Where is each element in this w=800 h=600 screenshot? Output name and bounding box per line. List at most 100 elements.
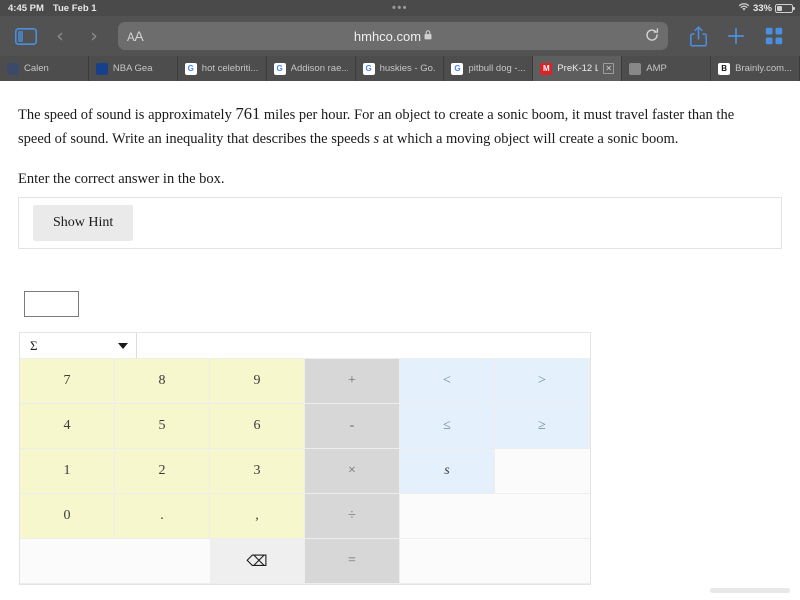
browser-tab[interactable]: Ghuskies - Go... [356,56,445,81]
google-icon: G [362,62,375,75]
calendar-icon [7,62,19,75]
key-blank-7 [495,539,590,584]
new-tab-plus-icon[interactable] [722,22,750,50]
keypad-header: Σ [20,333,590,359]
dots-indicator: ••• [391,2,409,14]
battery-percent-label: 33% [752,2,772,14]
sidebar-toggle-icon[interactable] [12,22,40,50]
key-4[interactable]: 4 [20,404,115,449]
hmh-icon: M [540,62,553,75]
key-7[interactable]: 7 [20,359,115,404]
key-1-label: 1 [63,463,71,478]
address-bar[interactable]: AA hmhco.com [118,22,668,50]
browser-tab-label: Brainly.com... [735,63,792,74]
key-2[interactable]: 2 [115,449,210,494]
key-minus[interactable]: - [305,404,400,449]
forward-chevron-icon: › [90,24,98,47]
key-variable-s[interactable]: s [400,449,495,494]
key-variable-s-label: s [444,463,450,478]
key-9[interactable]: 9 [210,359,305,404]
back-button[interactable]: ‹ [46,22,74,50]
key-greater-than[interactable]: > [495,359,590,404]
status-bar-dots: ••• [0,0,800,16]
nba-icon [95,62,108,75]
key-equals[interactable]: = [305,539,400,584]
symbol-palette-dropdown[interactable]: Σ [20,333,137,358]
key-backspace[interactable]: ⌫ [210,539,305,584]
horizontal-scrollbar[interactable] [710,588,790,593]
sigma-icon: Σ [30,337,38,353]
key-minus-label: - [349,418,355,433]
reload-icon[interactable] [645,27,659,45]
key-5[interactable]: 5 [115,404,210,449]
key-greater-equal-label: ≥ [538,418,546,433]
key-less-than-label: < [443,373,451,388]
battery-icon [775,3,795,13]
browser-tab[interactable]: G Addison rae... [267,56,356,81]
key-0-label: 0 [63,508,71,523]
browser-toolbar: ‹ › AA hmhco.com [0,16,800,56]
answer-input[interactable] [24,291,79,317]
google-icon: G [451,62,464,75]
keypad-header-filler [137,333,590,358]
key-blank-3 [495,494,590,539]
address-bar-text-group: hmhco.com [118,22,668,50]
browser-tab-label: hot celebriti... [201,63,259,74]
key-7-label: 7 [63,373,71,388]
browser-tab[interactable]: Ghot celebriti... [178,56,267,81]
brainly-icon: B [718,62,731,75]
key-less-equal-label: ≤ [443,418,451,433]
key-backspace-label: ⌫ [246,552,268,570]
key-blank-6 [400,539,495,584]
key-blank-2 [400,494,495,539]
chevron-down-icon [118,342,128,349]
key-5-label: 5 [158,418,166,433]
browser-tab-label: PreK-12 Logi... [557,63,598,74]
math-keypad: Σ 7 8 9 + < >4 5 6 - ≤ ≥1 2 3 × s 0., ÷ ⌫ = [19,332,591,585]
close-icon[interactable]: ✕ [603,63,615,74]
browser-tab[interactable]: B Brainly.com... [711,56,800,81]
key-9-label: 9 [253,373,261,388]
question-text: The speed of sound is approximately 761 … [18,101,770,151]
key-less-than[interactable]: < [400,359,495,404]
key-0[interactable]: 0 [20,494,115,539]
key-blank-1 [495,449,590,494]
key-comma[interactable]: , [210,494,305,539]
question-part-3: at which a moving object will create a s… [379,130,679,147]
browser-tab-label: huskies - Go... [379,63,437,74]
key-decimal[interactable]: . [115,494,210,539]
address-bar-url: hmhco.com [353,28,422,44]
browser-tab[interactable]: Gpitbull dog -... [444,56,534,81]
key-decimal-label: . [160,508,164,523]
key-divide[interactable]: ÷ [305,494,400,539]
browser-tab-label: NBA Gea [112,63,153,74]
share-icon[interactable] [684,22,712,50]
key-multiply[interactable]: × [305,449,400,494]
browser-tab[interactable]: AMP [622,56,712,81]
google-icon: G [184,62,197,75]
browser-tab-label: Calen [24,63,49,74]
key-8-label: 8 [158,373,166,388]
key-divide-label: ÷ [348,508,356,523]
aa-large: A [134,28,144,44]
show-hint-button[interactable]: Show Hint [33,205,134,241]
tabs-grid-icon[interactable] [760,22,788,50]
text-size-aa-button[interactable]: AA [127,28,144,44]
forward-button[interactable]: › [80,22,108,50]
key-4-label: 4 [63,418,71,433]
key-3-label: 3 [253,463,261,478]
key-8[interactable]: 8 [115,359,210,404]
key-6[interactable]: 6 [210,404,305,449]
key-3[interactable]: 3 [210,449,305,494]
browser-tab[interactable]: Calen [0,56,89,81]
key-less-equal[interactable]: ≤ [400,404,495,449]
question-part-1: The speed of sound is approximately [18,107,236,123]
key-6-label: 6 [253,418,261,433]
browser-tab[interactable]: M PreK-12 Logi... ✕ [533,56,623,81]
amp-icon [629,62,642,75]
browser-tab[interactable]: NBA Gea [89,56,178,81]
key-multiply-label: × [348,463,356,478]
key-plus[interactable]: + [305,359,400,404]
key-1[interactable]: 1 [20,449,115,494]
key-greater-equal[interactable]: ≥ [495,404,590,449]
